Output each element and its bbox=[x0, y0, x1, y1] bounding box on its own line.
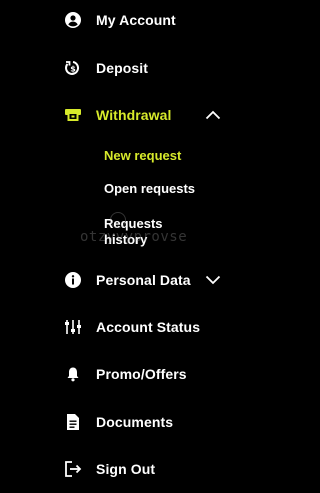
info-icon bbox=[64, 271, 82, 289]
submenu-item-requests-history[interactable]: Requests history bbox=[104, 216, 184, 248]
account-circle-icon bbox=[64, 11, 82, 29]
menu-item-promo-offers[interactable]: Promo/Offers bbox=[0, 356, 240, 392]
menu-item-deposit[interactable]: $ Deposit bbox=[0, 50, 240, 86]
menu-item-account-status[interactable]: Account Status bbox=[0, 309, 240, 345]
chevron-up-icon[interactable] bbox=[204, 106, 222, 124]
menu-item-my-account[interactable]: My Account bbox=[0, 2, 240, 38]
menu-item-personal-data[interactable]: Personal Data bbox=[0, 262, 240, 298]
menu-item-label: Documents bbox=[96, 414, 174, 430]
menu-item-documents[interactable]: Documents bbox=[0, 404, 240, 440]
sliders-icon bbox=[64, 318, 82, 336]
deposit-icon: $ bbox=[64, 59, 82, 77]
svg-text:$: $ bbox=[70, 65, 76, 74]
withdrawal-icon bbox=[64, 106, 82, 124]
sign-out-icon bbox=[64, 460, 82, 478]
menu-item-label: Account Status bbox=[96, 319, 201, 335]
submenu-item-open-requests[interactable]: Open requests bbox=[104, 181, 195, 197]
menu-item-sign-out[interactable]: Sign Out bbox=[0, 451, 240, 487]
menu-item-label: Withdrawal bbox=[96, 107, 172, 123]
menu-item-withdrawal[interactable]: Withdrawal bbox=[0, 97, 240, 133]
menu-item-label: Personal Data bbox=[96, 272, 191, 288]
document-icon bbox=[64, 413, 82, 431]
chevron-down-icon[interactable] bbox=[204, 271, 222, 289]
menu-item-label: My Account bbox=[96, 12, 176, 28]
submenu-item-new-request[interactable]: New request bbox=[104, 148, 181, 164]
menu-item-label: Sign Out bbox=[96, 461, 156, 477]
menu-item-label: Promo/Offers bbox=[96, 366, 187, 382]
menu-item-label: Deposit bbox=[96, 60, 149, 76]
bell-icon bbox=[64, 365, 82, 383]
account-sidebar-menu: My Account $ Deposit Withdrawal New requ… bbox=[0, 0, 240, 493]
